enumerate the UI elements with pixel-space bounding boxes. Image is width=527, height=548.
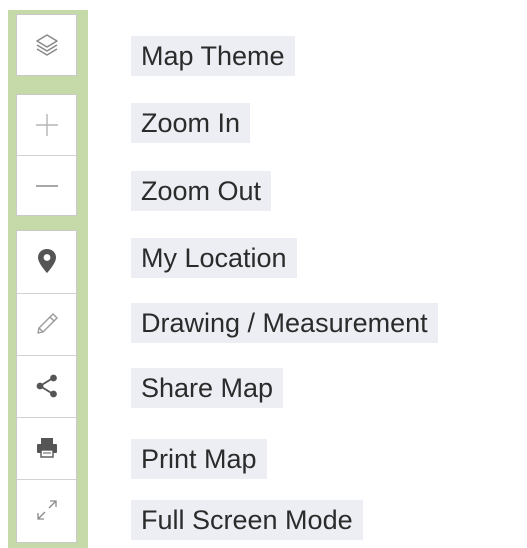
share-map-button[interactable] (17, 355, 76, 415)
expand-icon (34, 497, 60, 523)
zoom-in-button[interactable] (17, 95, 76, 155)
location-pin-icon (36, 247, 58, 275)
layers-icon (34, 32, 60, 58)
printer-icon (34, 436, 60, 460)
minus-icon (33, 172, 61, 200)
label-zoom-out: Zoom Out (131, 171, 272, 211)
map-theme-button[interactable] (17, 15, 76, 75)
label-share-map: Share Map (131, 368, 284, 408)
label-drawing-measurement: Drawing / Measurement (131, 303, 438, 343)
label-zoom-in: Zoom In (131, 103, 251, 143)
my-location-button[interactable] (17, 231, 76, 291)
tools-group (16, 230, 77, 543)
label-full-screen-mode: Full Screen Mode (131, 500, 363, 540)
plus-icon (33, 111, 61, 139)
share-icon (34, 373, 60, 399)
print-map-button[interactable] (17, 417, 76, 477)
label-print-map: Print Map (131, 439, 267, 479)
theme-group (16, 14, 77, 76)
full-screen-button[interactable] (17, 479, 76, 539)
label-map-theme: Map Theme (131, 36, 295, 76)
pencil-icon (34, 311, 60, 337)
label-my-location: My Location (131, 238, 297, 278)
zoom-out-button[interactable] (17, 155, 76, 215)
drawing-measurement-button[interactable] (17, 293, 76, 353)
zoom-group (16, 94, 77, 216)
